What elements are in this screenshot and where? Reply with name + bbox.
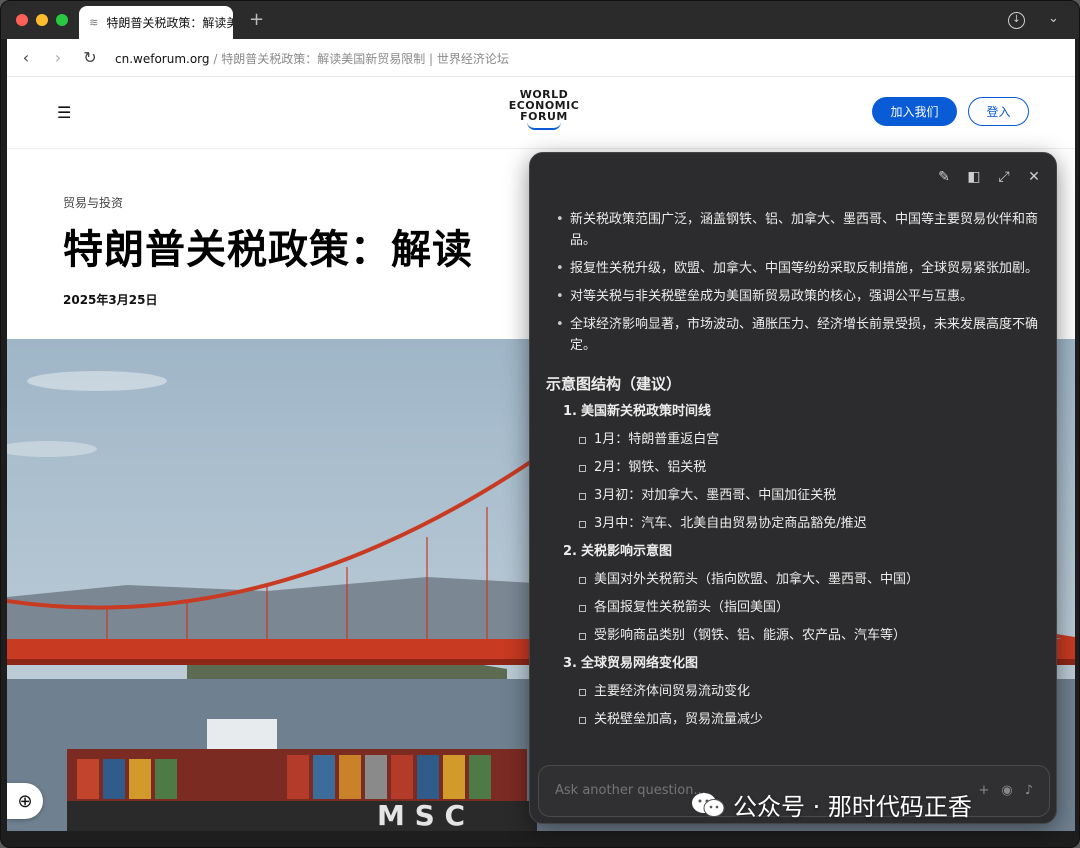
list-item: 全球经济影响显著，市场波动、通胀压力、经济增长前景受损，未来发展高度不确定。 <box>546 314 1044 356</box>
reload-button[interactable]: ↻ <box>81 48 99 67</box>
sub-list-item: 美国对外关税箭头（指向欧盟、加拿大、墨西哥、中国） <box>546 569 1044 590</box>
tab-title: 特朗普关税政策：解读美 <box>106 16 233 30</box>
logo-line-3: FORUM <box>520 110 568 123</box>
assistant-panel: ✎ ◧ ⤢ ✕ 新关税政策范围广泛，涵盖钢铁、铝、加拿大、墨西哥、中国等主要贸易… <box>529 152 1057 824</box>
download-icon[interactable]: ↓ <box>1008 12 1025 29</box>
numbered-item: 1. 美国新关税政策时间线 <box>546 401 1044 422</box>
active-tab[interactable]: ≋ 特朗普关税政策：解读美 <box>79 6 233 39</box>
list-item: 报复性关税升级，欧盟、加拿大、中国等纷纷采取反制措施，全球贸易紧张加剧。 <box>546 258 1044 279</box>
language-globe-icon[interactable]: ⊕ <box>7 783 43 819</box>
sidebar-toggle-icon[interactable]: ◧ <box>966 169 982 185</box>
minimize-window-button[interactable] <box>36 14 48 26</box>
numbered-item: 2. 关税影响示意图 <box>546 541 1044 562</box>
wechat-icon <box>692 792 725 817</box>
close-icon[interactable]: ✕ <box>1026 169 1042 185</box>
item-title: 全球贸易网络变化图 <box>581 656 699 671</box>
numbered-item: 3. 全球贸易网络变化图 <box>546 653 1044 674</box>
summary-bullets: 新关税政策范围广泛，涵盖钢铁、铝、加拿大、墨西哥、中国等主要贸易伙伴和商品。 报… <box>546 209 1044 356</box>
item-title: 关税影响示意图 <box>581 544 673 559</box>
login-button[interactable]: 登入 <box>968 97 1029 126</box>
sub-list-item: 受影响商品类别（钢铁、铝、能源、农产品、汽车等） <box>546 625 1044 646</box>
new-chat-icon[interactable]: ✎ <box>936 169 952 185</box>
sub-list-item: 3月中：汽车、北美自由贸易协定商品豁免/推迟 <box>546 513 1044 534</box>
list-item: 对等关税与非关税壁垒成为美国新贸易政策的核心，强调公平与互惠。 <box>546 286 1044 307</box>
item-number: 1. <box>563 404 577 419</box>
article-headline: 特朗普关税政策：解读 <box>63 227 473 273</box>
item-number: 3. <box>563 656 577 671</box>
ship-lettering: M S C <box>377 799 465 831</box>
expand-icon[interactable]: ⤢ <box>996 169 1012 185</box>
article-category[interactable]: 贸易与投资 <box>63 194 123 211</box>
watermark: 公众号 · 那时代码正香 <box>691 787 972 822</box>
sub-list-item: 3月初：对加拿大、墨西哥、中国加征关税 <box>546 485 1044 506</box>
sub-list-item: 1月：特朗普重返白宫 <box>546 429 1044 450</box>
item-title: 美国新关税政策时间线 <box>581 404 712 419</box>
logo-arc <box>527 122 561 130</box>
chevron-down-icon[interactable]: ⌄ <box>1048 11 1059 26</box>
section-title: 示意图结构（建议） <box>546 375 682 393</box>
wef-logo[interactable]: WORLD ECONOMIC FORUM <box>499 89 589 130</box>
menu-search-icon[interactable]: ☰ <box>57 103 71 122</box>
maximize-window-button[interactable] <box>56 14 68 26</box>
item-number: 2. <box>563 544 577 559</box>
site-favicon-icon: ≋ <box>89 16 99 29</box>
panel-toolbar: ✎ ◧ ⤢ ✕ <box>936 169 1042 185</box>
sub-list-item: 2月：钢铁、铝关税 <box>546 457 1044 478</box>
panel-content: 新关税政策范围广泛，涵盖钢铁、铝、加拿大、墨西哥、中国等主要贸易伙伴和商品。 报… <box>546 209 1044 737</box>
url-path: / 特朗普关税政策：解读美国新贸易限制 | 世界经济论坛 <box>209 52 509 66</box>
ask-actions: + ◉ ♪ <box>978 783 1033 798</box>
sub-list-item: 主要经济体间贸易流动变化 <box>546 681 1044 702</box>
join-button[interactable]: 加入我们 <box>872 97 957 126</box>
add-icon[interactable]: + <box>978 783 989 798</box>
site-header: ☰ WORLD ECONOMIC FORUM 加入我们 登入 <box>7 77 1075 149</box>
sub-list-item: 关税壁垒加高，贸易流量减少 <box>546 709 1044 730</box>
camera-icon[interactable]: ◉ <box>1001 783 1012 798</box>
watermark-text: 公众号 · 那时代码正香 <box>733 793 972 821</box>
new-tab-button[interactable]: + <box>249 10 264 30</box>
forward-button[interactable]: › <box>49 48 67 67</box>
back-button[interactable]: ‹ <box>17 48 35 67</box>
tab-bar: ≋ 特朗普关税政策：解读美 + ↓ ⌄ <box>1 1 1079 39</box>
browser-window: ≋ 特朗普关税政策：解读美 + ↓ ⌄ ‹ › ↻ cn.weforum.org… <box>0 0 1080 848</box>
url-host: cn.weforum.org <box>115 52 210 66</box>
url-field[interactable]: cn.weforum.org / 特朗普关税政策：解读美国新贸易限制 | 世界经… <box>115 50 509 67</box>
close-window-button[interactable] <box>16 14 28 26</box>
microphone-icon[interactable]: ♪ <box>1025 783 1033 798</box>
sub-list-item: 各国报复性关税箭头（指回美国） <box>546 597 1044 618</box>
article-date: 2025年3月25日 <box>63 293 158 307</box>
address-bar: ‹ › ↻ cn.weforum.org / 特朗普关税政策：解读美国新贸易限制… <box>7 39 1075 77</box>
list-item: 新关税政策范围广泛，涵盖钢铁、铝、加拿大、墨西哥、中国等主要贸易伙伴和商品。 <box>546 209 1044 251</box>
